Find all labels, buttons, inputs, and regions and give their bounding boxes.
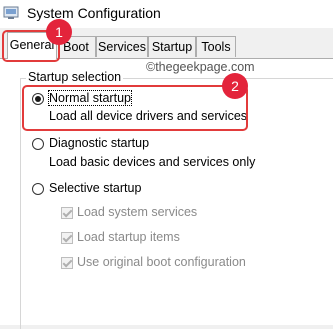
tab-startup[interactable]: Startup bbox=[148, 36, 196, 57]
startup-selection-label: Startup selection bbox=[26, 70, 124, 84]
selective-startup-radio[interactable] bbox=[32, 183, 44, 195]
normal-startup-highlight bbox=[22, 85, 248, 131]
load-startup-items-checkbox bbox=[61, 232, 73, 244]
load-system-services-checkbox bbox=[61, 207, 73, 219]
tab-tools[interactable]: Tools bbox=[196, 36, 236, 57]
selective-startup-label[interactable]: Selective startup bbox=[49, 181, 141, 195]
watermark: ©thegeekpage.com bbox=[146, 60, 255, 74]
tab-services[interactable]: Services bbox=[96, 36, 148, 57]
use-original-boot-config-label: Use original boot configuration bbox=[77, 255, 246, 269]
step-badge-2: 2 bbox=[222, 73, 248, 99]
load-system-services-label: Load system services bbox=[77, 205, 198, 219]
load-startup-items-label: Load startup items bbox=[77, 230, 180, 244]
diagnostic-startup-description: Load basic devices and services only bbox=[49, 155, 256, 169]
diagnostic-startup-radio[interactable] bbox=[32, 138, 44, 150]
diagnostic-startup-label[interactable]: Diagnostic startup bbox=[49, 136, 149, 150]
step-badge-1: 1 bbox=[46, 19, 72, 45]
use-original-boot-config-checkbox bbox=[61, 257, 73, 269]
window-title: System Configuration bbox=[27, 5, 161, 21]
system-config-icon bbox=[3, 6, 19, 19]
